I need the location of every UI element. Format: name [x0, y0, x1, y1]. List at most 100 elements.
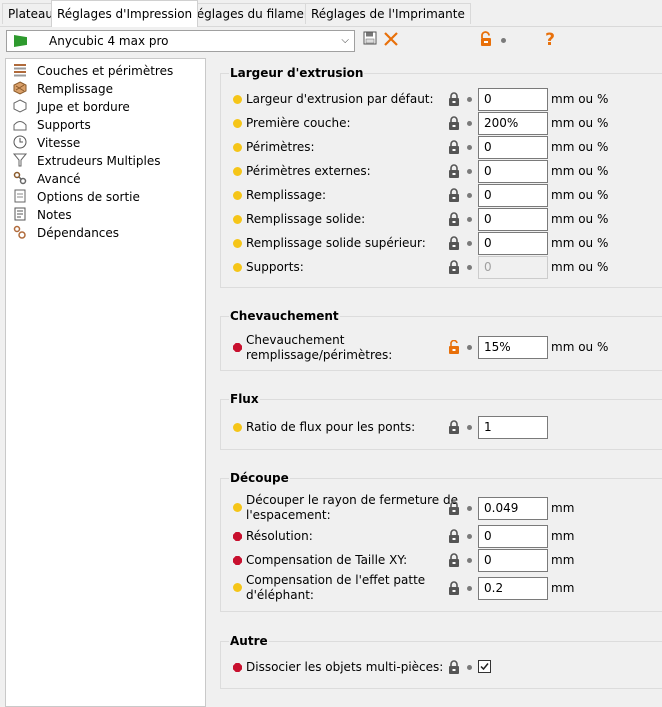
setting-row: Dissocier les objets multi-pièces:: [209, 655, 662, 679]
mode-simple-bullet-icon: [233, 215, 242, 224]
sidebar-item-notes[interactable]: Notes: [11, 206, 201, 224]
system-value-dot-icon: [501, 38, 506, 43]
sidebar-item-supports[interactable]: Supports: [11, 116, 201, 134]
lock-icon[interactable]: [448, 164, 460, 178]
setting-row: Remplissage solide: 0 mm ou %: [209, 207, 662, 231]
wrench-icon: [13, 171, 27, 185]
setting-row: Remplissage solide supérieur: 0 mm ou %: [209, 231, 662, 255]
setting-row: Première couche: 200% mm ou %: [209, 111, 662, 135]
infill-perimeters-overlap-input[interactable]: 15%: [478, 336, 548, 359]
setting-label: Première couche:: [246, 116, 351, 130]
lock-icon[interactable]: [448, 529, 460, 543]
system-value-dot-icon: [467, 217, 472, 222]
setting-label: Remplissage solide:: [246, 212, 366, 226]
sidebar-item-dependencies[interactable]: Dépendances: [11, 224, 201, 242]
sidebar-item-label: Extrudeurs Multiples: [37, 154, 161, 168]
sidebar-item-speed[interactable]: Vitesse: [11, 134, 201, 152]
setting-label: Compensation de Taille XY:: [246, 553, 408, 567]
first-layer-width-input[interactable]: 200%: [478, 112, 548, 135]
sidebar-item-multiple-extruders[interactable]: Extrudeurs Multiples: [11, 152, 201, 170]
lock-icon[interactable]: [448, 236, 460, 250]
external-perimeters-width-input[interactable]: 0: [478, 160, 548, 183]
resolution-input[interactable]: 0: [478, 525, 548, 548]
system-value-dot-icon: [467, 425, 472, 430]
bridge-flow-ratio-input[interactable]: 1: [478, 416, 548, 439]
mode-simple-bullet-icon: [233, 167, 242, 176]
tab-print-settings[interactable]: Réglages d'Impression: [51, 0, 199, 27]
system-value-dot-icon: [467, 193, 472, 198]
sidebar-item-layers[interactable]: Couches et périmètres: [11, 62, 201, 80]
lock-icon[interactable]: [448, 581, 460, 595]
setting-label: Résolution:: [246, 529, 313, 543]
mode-simple-bullet-icon: [233, 583, 242, 592]
unlock-icon[interactable]: [477, 31, 495, 49]
default-extrusion-width-input[interactable]: 0: [478, 88, 548, 111]
mode-simple-bullet-icon: [233, 423, 242, 432]
setting-label: Largeur d'extrusion par défaut:: [246, 92, 434, 106]
sidebar-item-label: Jupe et bordure: [37, 100, 130, 114]
setting-label: Périmètres:: [246, 140, 315, 154]
lock-icon[interactable]: [448, 553, 460, 567]
sidebar-item-label: Dépendances: [37, 226, 120, 240]
lock-icon[interactable]: [448, 92, 460, 106]
elephant-foot-compensation-input[interactable]: 0.2: [478, 577, 548, 600]
sidebar-item-label: Options de sortie: [37, 190, 140, 204]
preset-select[interactable]: Anycubic 4 max pro ⌵: [6, 30, 355, 52]
setting-row: Découper le rayon de fermeture de l'espac…: [209, 492, 662, 524]
slice-closing-radius-input[interactable]: 0.049: [478, 497, 548, 520]
mode-simple-bullet-icon: [233, 191, 242, 200]
setting-row: Compensation de Taille XY: 0 mm: [209, 548, 662, 572]
split-multipart-objects-checkbox[interactable]: [478, 660, 491, 673]
tab-printer-settings[interactable]: Réglages de l'Imprimante: [305, 3, 471, 24]
lock-icon[interactable]: [448, 660, 460, 674]
setting-label: Chevauchement remplissage/périmètres:: [246, 333, 393, 362]
unit-label: mm: [551, 581, 575, 595]
sidebar-item-label: Couches et périmètres: [37, 64, 174, 78]
lock-icon[interactable]: [448, 188, 460, 202]
chevron-down-icon: ⌵: [341, 35, 349, 46]
delete-icon[interactable]: [382, 31, 400, 49]
lock-icon[interactable]: [448, 260, 460, 274]
mode-expert-bullet-icon: [233, 663, 242, 672]
tab-filament-settings[interactable]: Réglages du filament: [183, 3, 323, 24]
mode-simple-bullet-icon: [233, 239, 242, 248]
unit-label: mm: [551, 501, 575, 515]
sidebar-item-output-options[interactable]: Options de sortie: [11, 188, 201, 206]
system-value-dot-icon: [467, 241, 472, 246]
support-icon: [13, 117, 27, 131]
lock-icon[interactable]: [448, 140, 460, 154]
top-solid-infill-width-input[interactable]: 0: [478, 232, 548, 255]
solid-infill-width-input[interactable]: 0: [478, 208, 548, 231]
lock-icon[interactable]: [448, 116, 460, 130]
help-icon[interactable]: ?: [541, 31, 559, 49]
setting-row: Périmètres: 0 mm ou %: [209, 135, 662, 159]
setting-row: Ratio de flux pour les ponts: 1: [209, 415, 662, 439]
mode-simple-bullet-icon: [233, 119, 242, 128]
setting-row: Périmètres externes: 0 mm ou %: [209, 159, 662, 183]
setting-label: Supports:: [246, 260, 304, 274]
sidebar-item-label: Supports: [37, 118, 91, 132]
mode-simple-bullet-icon: [233, 95, 242, 104]
lock-icon[interactable]: [448, 501, 460, 515]
system-value-dot-icon: [467, 534, 472, 539]
sidebar-item-label: Remplissage: [37, 82, 114, 96]
system-value-dot-icon: [467, 506, 472, 511]
save-icon[interactable]: [361, 31, 379, 49]
skirt-icon: [13, 99, 27, 113]
sidebar-item-skirt[interactable]: Jupe et bordure: [11, 98, 201, 116]
setting-row: Supports: 0 mm ou %: [209, 255, 662, 279]
setting-label: Périmètres externes:: [246, 164, 371, 178]
xy-size-compensation-input[interactable]: 0: [478, 549, 548, 572]
unit-label: mm ou %: [551, 236, 609, 250]
lock-icon[interactable]: [448, 212, 460, 226]
sidebar-item-advanced[interactable]: Avancé: [11, 170, 201, 188]
group-title: Autre: [229, 634, 269, 648]
infill-width-input[interactable]: 0: [478, 184, 548, 207]
sidebar-item-infill[interactable]: Remplissage: [11, 80, 201, 98]
unlock-icon[interactable]: [448, 340, 460, 354]
unit-label: mm ou %: [551, 140, 609, 154]
lock-icon[interactable]: [448, 420, 460, 434]
sidebar-item-label: Vitesse: [37, 136, 81, 150]
perimeters-width-input[interactable]: 0: [478, 136, 548, 159]
unit-label: mm: [551, 529, 575, 543]
